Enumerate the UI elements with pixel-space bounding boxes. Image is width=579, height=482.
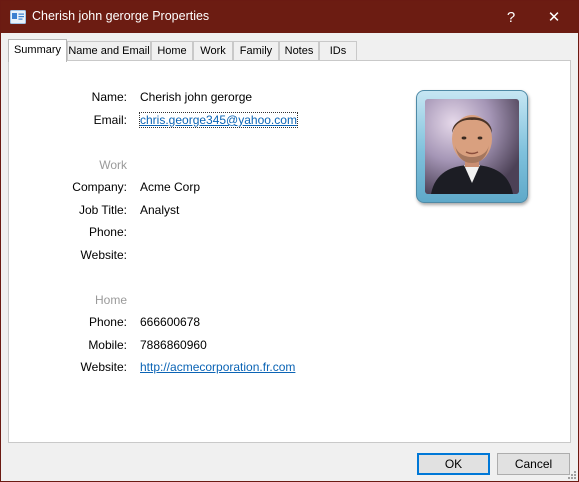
home-phone-value: 666600678 [140, 315, 201, 329]
home-website-label: Website: [80, 360, 127, 374]
email-label: Email: [93, 113, 127, 127]
company-value: Acme Corp [140, 180, 201, 194]
tab-family[interactable]: Family [233, 41, 279, 61]
person-portrait-icon [425, 99, 519, 194]
mobile-value: 7886860960 [140, 338, 207, 352]
name-value: Cherish john gerorge [140, 90, 253, 104]
mobile-label: Mobile: [88, 338, 127, 352]
summary-panel: Name: Cherish john gerorge Email: chris.… [8, 60, 571, 443]
tab-summary[interactable]: Summary [8, 39, 67, 62]
work-section-heading: Work [99, 158, 127, 172]
job-title-value: Analyst [140, 203, 180, 217]
cancel-button[interactable]: Cancel [497, 453, 570, 475]
work-phone-label: Phone: [88, 225, 127, 239]
tab-name-and-email[interactable]: Name and Email [67, 41, 151, 61]
email-link[interactable]: chris.george345@yahoo.com [139, 112, 298, 128]
home-website-link[interactable]: http://acmecorporation.fr.com [140, 360, 295, 374]
name-label: Name: [91, 90, 127, 104]
home-section-heading: Home [94, 293, 127, 307]
help-button[interactable]: ? [489, 1, 533, 33]
contact-photo [425, 99, 519, 194]
contact-photo-frame[interactable] [416, 90, 528, 203]
company-label: Company: [72, 180, 127, 194]
home-phone-label: Phone: [88, 315, 127, 329]
tab-home[interactable]: Home [151, 41, 193, 61]
properties-dialog: Cherish john gerorge Properties ? ✕ Summ… [0, 0, 579, 482]
work-website-label: Website: [80, 248, 127, 262]
contact-card-icon [10, 10, 26, 24]
tab-notes[interactable]: Notes [279, 41, 319, 61]
resize-grip-icon[interactable] [566, 469, 576, 479]
close-button[interactable]: ✕ [532, 1, 576, 33]
title-bar[interactable]: Cherish john gerorge Properties ? ✕ [1, 1, 578, 33]
job-title-label: Job Title: [78, 203, 127, 217]
ok-button[interactable]: OK [417, 453, 490, 475]
tab-work[interactable]: Work [193, 41, 233, 61]
window-title: Cherish john gerorge Properties [32, 9, 210, 23]
tab-ids[interactable]: IDs [319, 41, 357, 61]
